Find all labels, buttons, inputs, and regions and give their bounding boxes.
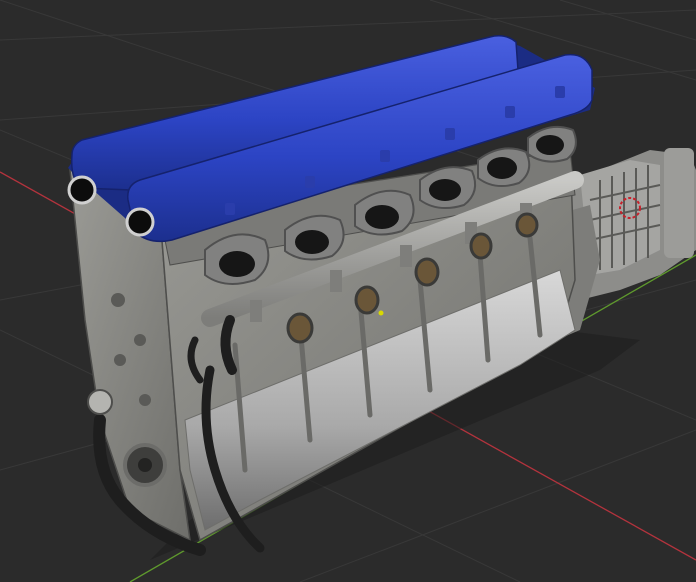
front-mount-bolt bbox=[87, 389, 113, 415]
origin-dot-icon[interactable] bbox=[378, 310, 384, 316]
viewport-canvas[interactable] bbox=[0, 0, 696, 582]
engine-model[interactable] bbox=[67, 35, 696, 560]
3d-viewport[interactable] bbox=[0, 0, 696, 582]
